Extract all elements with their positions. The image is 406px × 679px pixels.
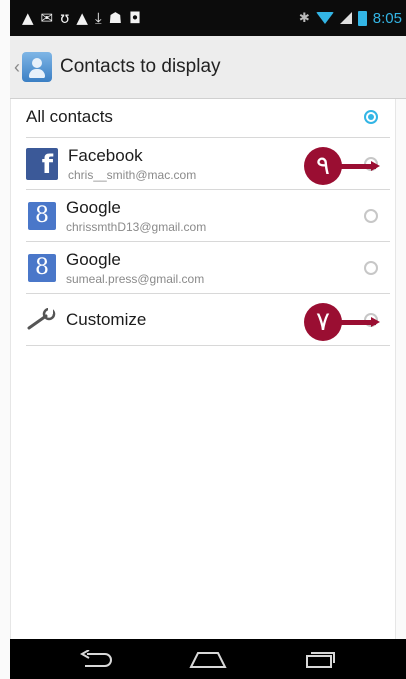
account-type: Google xyxy=(66,249,121,269)
bluetooth-icon: ✱ xyxy=(298,10,310,25)
voicemail-icon: ʊ xyxy=(60,9,70,27)
list-item-label: All contacts xyxy=(26,107,113,126)
game-controller-icon: ☗ xyxy=(108,9,123,27)
radio-all-contacts[interactable] xyxy=(364,110,378,124)
radio-google-account-2[interactable] xyxy=(364,260,378,275)
back-button[interactable] xyxy=(66,645,126,673)
navigation-bar xyxy=(10,639,406,679)
mail-icon: ✉ xyxy=(40,9,54,27)
account-email: sumeal.press@gmail.com xyxy=(66,271,205,286)
list-item-all-contacts[interactable]: All contacts xyxy=(26,97,390,138)
notification-icons: ▲ ✉ ʊ ▲ ⤓ ☗ ◘ xyxy=(10,9,141,27)
list-item-google-account-2[interactable]: 8 Google sumeal.press@gmail.com xyxy=(26,242,390,294)
account-type: Google xyxy=(66,197,121,217)
wifi-icon xyxy=(315,12,334,24)
warning-icon: ▲ xyxy=(76,9,88,27)
account-email: chris__smith@mac.com xyxy=(68,167,197,182)
radio-google-account-1[interactable] xyxy=(364,208,378,223)
facebook-icon: f xyxy=(26,147,58,180)
callout-badge: ٧ xyxy=(304,303,342,341)
callout-arrow xyxy=(340,160,380,171)
annotation-callout-7: ٧ xyxy=(304,303,380,341)
battery-icon xyxy=(357,10,367,26)
status-bar: ▲ ✉ ʊ ▲ ⤓ ☗ ◘ ✱ 8:05 xyxy=(10,0,406,36)
status-time: 8:05 xyxy=(372,9,402,27)
callout-badge: ٩ xyxy=(304,147,342,185)
google-icon: 8 xyxy=(28,201,56,230)
callout-arrow xyxy=(340,316,380,327)
signal-icon xyxy=(339,12,352,24)
store-icon: ◘ xyxy=(129,9,141,27)
account-type: Facebook xyxy=(68,145,143,165)
list-item-label: Customize xyxy=(66,309,147,329)
contacts-app-icon[interactable] xyxy=(22,52,52,82)
page-title: Contacts to display xyxy=(60,56,221,77)
download-icon: ⤓ xyxy=(94,9,102,27)
list-item-google-account-1[interactable]: 8 Google chrissmthD13@gmail.com xyxy=(26,190,390,242)
warning-icon: ▲ xyxy=(22,9,34,27)
account-email: chrissmthD13@gmail.com xyxy=(66,219,207,234)
recent-apps-button[interactable] xyxy=(290,645,350,673)
up-navigation-icon[interactable]: ‹ xyxy=(14,57,20,78)
google-icon: 8 xyxy=(28,253,56,282)
wrench-icon xyxy=(26,307,60,332)
action-bar: ‹ Contacts to display xyxy=(10,36,406,99)
home-button[interactable] xyxy=(178,645,238,673)
annotation-callout-9: ٩ xyxy=(304,147,380,185)
